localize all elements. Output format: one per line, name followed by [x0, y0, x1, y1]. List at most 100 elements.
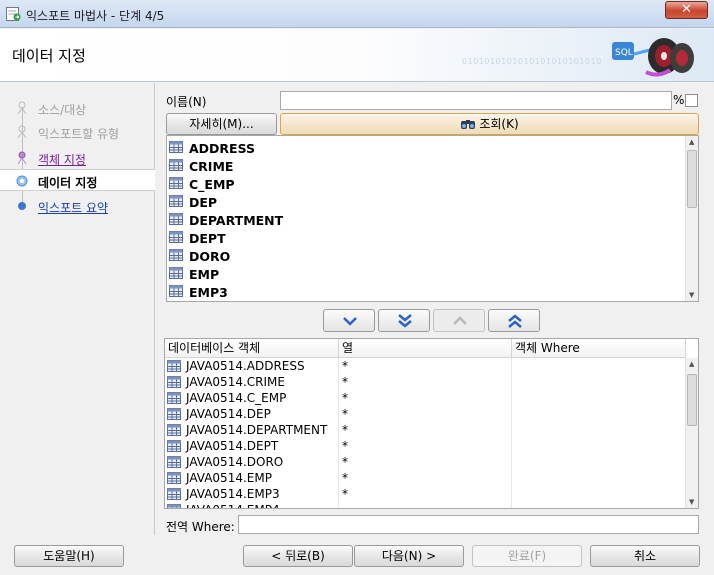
table-row[interactable]: JAVA0514.DEPT *: [165, 438, 686, 454]
cell-columns: *: [339, 390, 512, 406]
table-row[interactable]: JAVA0514.DORO *: [165, 454, 686, 470]
nav-step-export-summary[interactable]: 익스포트 요약: [0, 195, 155, 217]
cell-object-text: JAVA0514.DORO: [186, 455, 284, 469]
cell-where: [512, 358, 686, 374]
cell-columns: *: [339, 358, 512, 374]
table-row[interactable]: JAVA0514.DEP *: [165, 406, 686, 422]
scroll-thumb[interactable]: [687, 150, 697, 208]
cell-where: [512, 502, 686, 508]
step-next-icon: [18, 202, 26, 210]
nav-step-export-types: 익스포트할 유형: [0, 121, 155, 143]
title-bar: 익스포트 마법사 - 단계 4/5 ✕: [0, 0, 714, 28]
nav-step-label: 데이터 지정: [38, 176, 98, 190]
query-button-label: 조회(K): [479, 117, 519, 131]
app-icon: [6, 7, 21, 21]
move-all-up-button[interactable]: [488, 309, 540, 332]
step-inactive-icon: [17, 125, 27, 139]
table-icon: [167, 392, 181, 404]
cell-object: JAVA0514.DEP: [165, 406, 339, 422]
table-icon: [169, 285, 183, 297]
table-row[interactable]: JAVA0514.ADDRESS *: [165, 358, 686, 374]
table-row[interactable]: JAVA0514.EMP4: [165, 502, 686, 508]
table-icon: [169, 195, 183, 207]
cancel-button[interactable]: 취소: [590, 545, 700, 567]
cell-object: JAVA0514.C_EMP: [165, 390, 339, 406]
cell-columns: *: [339, 470, 512, 486]
object-name: DEPT: [189, 231, 226, 246]
wildcard-checkbox[interactable]: [685, 94, 698, 107]
cell-columns: *: [339, 422, 512, 438]
name-filter-label: 이름(N): [166, 95, 207, 109]
detail-button[interactable]: 자세히(M)...: [166, 113, 277, 135]
cell-object-text: JAVA0514.ADDRESS: [186, 359, 305, 373]
cell-columns: *: [339, 438, 512, 454]
table-row[interactable]: JAVA0514.EMP3 *: [165, 486, 686, 502]
objects-scrollbar[interactable]: ▲ ▼: [685, 136, 698, 301]
back-button[interactable]: < 뒤로(B): [243, 545, 353, 567]
scroll-down-icon[interactable]: ▼: [689, 291, 694, 299]
scroll-thumb[interactable]: [687, 374, 697, 426]
move-up-button[interactable]: [433, 309, 485, 332]
cell-where: [512, 454, 686, 470]
object-name: DORO: [189, 249, 231, 264]
object-name: DEP: [189, 195, 218, 210]
table-icon: [167, 504, 181, 508]
svg-text:SQL: SQL: [615, 48, 633, 58]
header-binary-decoration: 0101010101010101010101010: [462, 57, 602, 66]
nav-step-label: 익스포트할 유형: [38, 127, 120, 141]
cell-object-text: JAVA0514.EMP3: [186, 487, 280, 501]
cell-object-text: JAVA0514.DEP: [186, 407, 271, 421]
table-icon: [167, 472, 181, 484]
cell-object: JAVA0514.DEPT: [165, 438, 339, 454]
table-row[interactable]: JAVA0514.CRIME *: [165, 374, 686, 390]
binoculars-icon: [461, 120, 476, 129]
wizard-steps-nav: 소스/대상 익스포트할 유형 객체 지정 데이터 지정 익스포트 요약: [0, 83, 155, 535]
table-icon: [169, 141, 183, 153]
scroll-down-icon[interactable]: ▼: [689, 498, 694, 506]
finish-button[interactable]: 완료(F): [472, 545, 582, 567]
global-where-input[interactable]: [238, 515, 699, 534]
nav-step-specify-data: 데이터 지정: [0, 169, 155, 191]
sql-export-logo-icon: SQL: [612, 38, 694, 77]
column-header-where[interactable]: 객체 Where: [512, 339, 686, 358]
table-icon: [167, 424, 181, 436]
move-down-button[interactable]: [323, 309, 375, 332]
table-icon: [169, 249, 183, 261]
name-filter-input[interactable]: [280, 91, 672, 110]
column-header-columns[interactable]: 열: [339, 339, 512, 358]
wizard-header: 데이터 지정 0101010101010101010101010 SQL: [0, 29, 714, 82]
wildcard-label: %: [673, 93, 685, 107]
cell-object: JAVA0514.ADDRESS: [165, 358, 339, 374]
query-button[interactable]: 조회(K): [280, 113, 699, 135]
available-objects-list[interactable]: ADDRESS CRIME C_EMP DEP DEPARTMENT DEPT DORO EM…: [166, 135, 699, 302]
cell-object-text: JAVA0514.EMP4: [186, 503, 280, 508]
cell-object-text: JAVA0514.C_EMP: [186, 391, 287, 405]
nav-step-source-target: 소스/대상: [0, 97, 155, 119]
selected-objects-table[interactable]: 데이터베이스 객체 열 객체 Where JAVA0514.ADDRESS * JA…: [164, 338, 699, 509]
object-name: EMP: [189, 267, 220, 282]
table-icon: [167, 376, 181, 388]
table-icon: [167, 360, 181, 372]
column-header-object[interactable]: 데이터베이스 객체: [165, 339, 339, 358]
cell-columns: [339, 502, 512, 508]
table-scrollbar[interactable]: ▲ ▼: [685, 358, 698, 508]
cell-where: [512, 470, 686, 486]
table-row[interactable]: JAVA0514.DEPARTMENT *: [165, 422, 686, 438]
cell-where: [512, 422, 686, 438]
help-button[interactable]: 도움말(H): [14, 545, 124, 567]
move-all-down-button[interactable]: [378, 309, 430, 332]
cell-where: [512, 374, 686, 390]
scroll-up-icon[interactable]: ▲: [689, 360, 694, 368]
table-icon: [169, 267, 183, 279]
table-row[interactable]: JAVA0514.C_EMP *: [165, 390, 686, 406]
cell-object: JAVA0514.EMP: [165, 470, 339, 486]
scroll-up-icon[interactable]: ▲: [689, 138, 694, 146]
table-icon: [169, 213, 183, 225]
next-button[interactable]: 다음(N) >: [354, 545, 464, 567]
window-title: 익스포트 마법사 - 단계 4/5: [26, 9, 165, 23]
nav-step-specify-objects[interactable]: 객체 지정: [0, 147, 155, 169]
object-name: C_EMP: [189, 177, 235, 192]
close-button[interactable]: ✕: [665, 1, 708, 19]
table-row[interactable]: JAVA0514.EMP *: [165, 470, 686, 486]
chevron-down-icon: [343, 317, 357, 326]
